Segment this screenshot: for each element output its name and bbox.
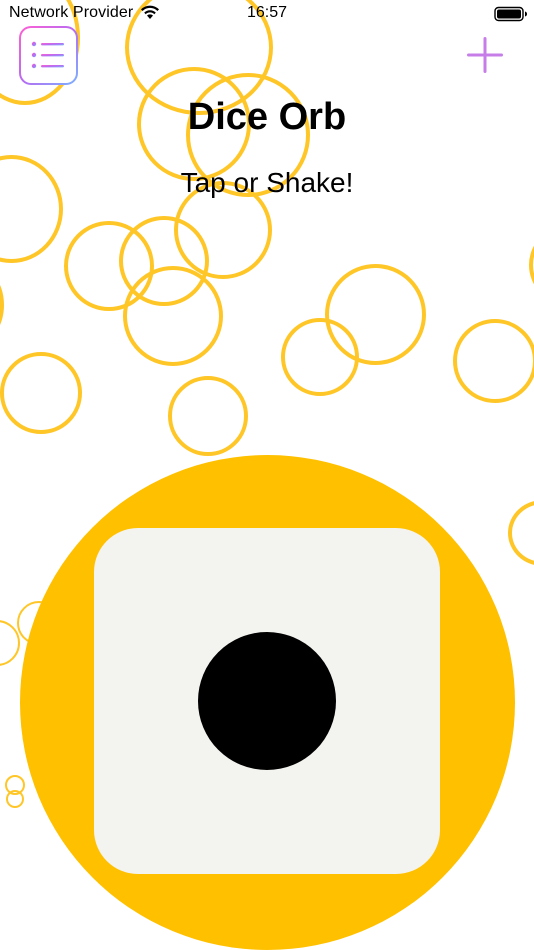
background-bubble bbox=[529, 225, 534, 305]
die-pip bbox=[198, 632, 336, 770]
app-screen[interactable]: Network Provider 16:57 Dice Orb Tap or S… bbox=[0, 0, 534, 950]
background-bubble bbox=[6, 790, 24, 808]
status-bar: Network Provider 16:57 bbox=[0, 0, 534, 28]
list-icon bbox=[31, 41, 64, 69]
plus-icon[interactable] bbox=[464, 34, 506, 76]
battery-icon bbox=[494, 6, 527, 22]
status-time: 16:57 bbox=[246, 4, 288, 21]
background-bubble bbox=[281, 318, 359, 396]
background-bubble bbox=[123, 266, 223, 366]
menu-button[interactable] bbox=[19, 26, 78, 85]
die-face[interactable] bbox=[94, 528, 440, 874]
background-bubble bbox=[453, 319, 534, 403]
background-bubble bbox=[168, 376, 248, 456]
menu-button-face bbox=[21, 28, 76, 83]
background-bubble bbox=[508, 500, 534, 566]
background-bubble bbox=[0, 352, 82, 434]
background-bubble bbox=[0, 270, 4, 340]
instruction-text: Tap or Shake! bbox=[180, 167, 354, 198]
page-title: Dice Orb bbox=[187, 96, 347, 138]
